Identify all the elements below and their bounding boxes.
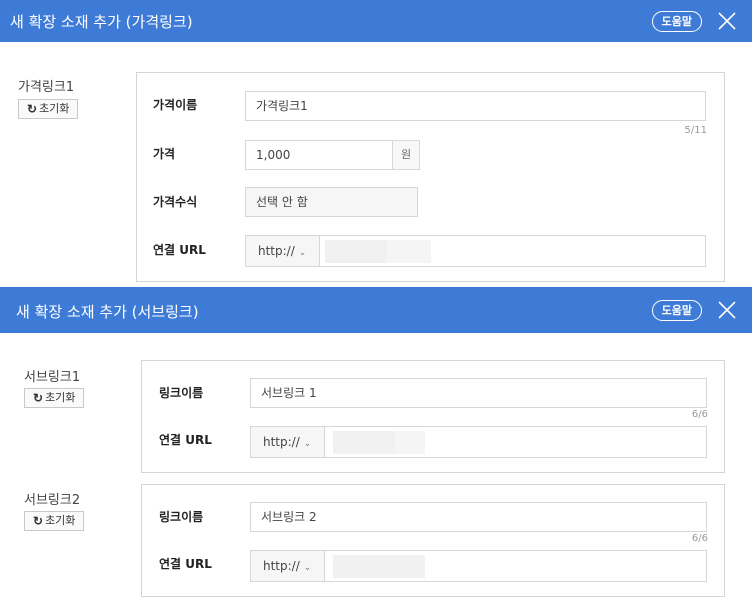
sublink-panel-header: 새 확장 소재 추가 (서브링크) 도움말 (0, 287, 752, 333)
refresh-icon: ↻ (27, 102, 38, 116)
url-field: http://⌄ (250, 426, 707, 458)
close-icon[interactable] (716, 299, 738, 321)
item-label: 가격링크1 (18, 80, 75, 95)
protocol-select[interactable]: http://⌄ (246, 236, 320, 266)
reset-label: 초기화 (45, 392, 76, 404)
protocol-value: http:// (263, 435, 300, 449)
reset-button[interactable]: ↻ 초기화 (24, 511, 85, 531)
link-name-label: 링크이름 (159, 510, 204, 524)
reset-button[interactable]: ↻ 초기화 (24, 388, 85, 408)
redacted-url (333, 555, 425, 578)
link-name-input[interactable]: 서브링크 2 (250, 502, 707, 532)
price-modifier-label: 가격수식 (153, 195, 198, 209)
panel-title: 새 확장 소재 추가 (서브링크) (16, 303, 199, 321)
protocol-select[interactable]: http://⌄ (251, 551, 325, 581)
price-modifier-select[interactable]: 선택 안 함 (245, 187, 418, 217)
url-input[interactable] (327, 551, 706, 581)
sublink-form: 링크이름 서브링크 2 6/6 연결 URL http://⌄ (141, 484, 725, 597)
price-name-input[interactable]: 가격링크1 (245, 91, 706, 121)
price-link-panel: 새 확장 소재 추가 (가격링크) 도움말 가격링크1 ↻ 초기화 가격이름 가… (0, 0, 752, 287)
redacted-url (325, 240, 387, 263)
redacted-url (387, 240, 431, 263)
char-counter: 5/11 (684, 125, 707, 136)
protocol-select[interactable]: http://⌄ (251, 427, 325, 457)
close-icon[interactable] (716, 10, 738, 32)
refresh-icon: ↻ (33, 514, 44, 528)
item-label: 서브링크1 (24, 370, 81, 385)
item-label: 서브링크2 (24, 493, 81, 508)
price-panel-header: 새 확장 소재 추가 (가격링크) 도움말 (0, 0, 752, 42)
help-button[interactable]: 도움말 (651, 300, 702, 321)
link-name-input[interactable]: 서브링크 1 (250, 378, 707, 408)
link-name-label: 링크이름 (159, 386, 204, 400)
protocol-value: http:// (263, 559, 300, 573)
reset-button[interactable]: ↻ 초기화 (18, 99, 79, 119)
refresh-icon: ↻ (33, 391, 44, 405)
url-field: http://⌄ (245, 235, 706, 267)
url-label: 연결 URL (153, 243, 206, 257)
protocol-value: http:// (258, 244, 295, 258)
url-field: http://⌄ (250, 550, 707, 582)
url-input[interactable] (322, 236, 705, 266)
panel-title: 새 확장 소재 추가 (가격링크) (10, 13, 193, 31)
chevron-down-icon: ⌄ (298, 248, 307, 258)
price-name-label: 가격이름 (153, 98, 198, 112)
sublink-form: 링크이름 서브링크 1 6/6 연결 URL http://⌄ (141, 360, 725, 473)
reset-label: 초기화 (39, 103, 70, 115)
help-button[interactable]: 도움말 (651, 11, 702, 32)
url-label: 연결 URL (159, 557, 212, 571)
redacted-url (333, 431, 395, 454)
price-input[interactable]: 1,000 (245, 140, 393, 170)
currency-unit: 원 (393, 140, 420, 170)
sublink-panel: 새 확장 소재 추가 (서브링크) 도움말 서브링크1 ↻ 초기화 링크이름 서… (0, 287, 752, 602)
price-form: 가격이름 가격링크1 5/11 가격 1,000 원 가격수식 선택 안 함 연… (136, 72, 725, 282)
redacted-url (395, 431, 425, 454)
url-input[interactable] (327, 427, 706, 457)
reset-label: 초기화 (45, 515, 76, 527)
char-counter: 6/6 (691, 533, 708, 544)
chevron-down-icon: ⌄ (303, 563, 312, 573)
url-label: 연결 URL (159, 433, 212, 447)
price-label: 가격 (153, 147, 176, 161)
char-counter: 6/6 (691, 409, 708, 420)
chevron-down-icon: ⌄ (303, 439, 312, 449)
